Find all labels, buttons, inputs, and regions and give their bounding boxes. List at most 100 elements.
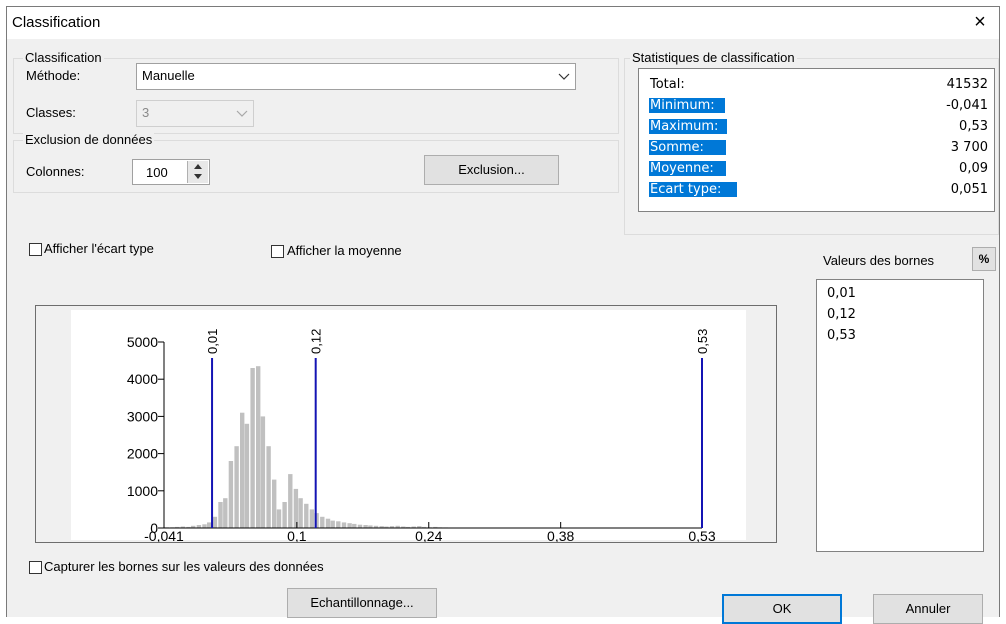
histogram-bar [250, 368, 254, 528]
method-value: Manuelle [142, 68, 195, 83]
show-std-label[interactable]: Afficher l'écart type [44, 241, 154, 256]
stats-value: 0,09 [959, 161, 988, 176]
classes-value: 3 [142, 105, 149, 120]
x-tick-label: 0,53 [688, 528, 715, 542]
y-tick-label: 2000 [127, 446, 158, 462]
histogram-bar [320, 517, 324, 528]
histogram-bar [294, 489, 298, 528]
stats-key: Ecart type: [649, 182, 737, 197]
stats-key: Somme: [649, 140, 726, 155]
stats-row: Somme: 3 700 [649, 139, 988, 159]
histogram-bar [245, 424, 249, 528]
plot-area [71, 310, 746, 540]
show-mean-label[interactable]: Afficher la moyenne [287, 243, 402, 258]
columns-value: 100 [146, 165, 168, 180]
stats-list[interactable]: Total: 41532 Minimum: -0,041 Maximum: 0,… [638, 68, 995, 212]
class-break-label: 0,01 [205, 329, 220, 354]
percent-button[interactable]: % [972, 247, 996, 271]
stats-row: Minimum: -0,041 [649, 97, 988, 117]
show-std-checkbox[interactable] [29, 243, 42, 256]
histogram-bar [234, 446, 238, 528]
histogram-bar [347, 523, 351, 528]
window-title: Classification [12, 14, 100, 31]
histogram-bar [282, 502, 286, 528]
chevron-down-icon [235, 101, 249, 126]
method-select[interactable]: Manuelle [136, 63, 576, 90]
x-tick-label: 0,38 [547, 528, 574, 542]
bound-value[interactable]: 0,53 [827, 328, 856, 343]
stats-key: Moyenne: [649, 161, 726, 176]
histogram-bar [310, 509, 314, 528]
x-tick-label: -0,041 [144, 528, 184, 542]
stats-group-label: Statistiques de classification [630, 51, 797, 65]
histogram-panel[interactable]: 010002000300040005000-0,0410,10,240,380,… [35, 305, 777, 543]
columns-label: Colonnes: [26, 164, 85, 179]
histogram-bar [304, 504, 308, 528]
stats-row: Total: 41532 [649, 76, 988, 96]
y-tick-label: 1000 [127, 483, 158, 499]
exclusion-group-label: Exclusion de données [23, 133, 154, 147]
histogram-bar [326, 519, 330, 528]
stats-value: 0,051 [951, 182, 988, 197]
exclusion-button[interactable]: Exclusion... [424, 155, 559, 185]
classes-label: Classes: [26, 105, 76, 120]
stats-row: Moyenne: 0,09 [649, 160, 988, 180]
histogram-bar [240, 413, 244, 528]
histogram-bar [342, 522, 346, 528]
snap-checkbox[interactable] [29, 561, 42, 574]
stats-value: -0,041 [946, 98, 988, 113]
stats-key: Maximum: [649, 119, 727, 134]
title-bar: Classification × [7, 7, 999, 39]
bound-value[interactable]: 0,01 [827, 286, 856, 301]
histogram-bar [298, 498, 302, 528]
class-break-label: 0,12 [309, 329, 324, 354]
columns-stepper[interactable]: 100 [132, 159, 210, 185]
stats-key: Minimum: [649, 98, 725, 113]
bounds-label: Valeurs des bornes [823, 253, 934, 268]
histogram-bar [261, 416, 265, 528]
stepper-down-icon[interactable] [188, 172, 208, 183]
class-break-label: 0,53 [695, 329, 710, 354]
stats-row: Maximum: 0,53 [649, 118, 988, 138]
bound-value[interactable]: 0,12 [827, 307, 856, 322]
histogram-bar [223, 498, 227, 528]
stepper-up-icon[interactable] [188, 161, 208, 172]
histogram-bar [202, 524, 206, 528]
stats-value: 3 700 [951, 140, 988, 155]
ok-button[interactable]: OK [722, 594, 842, 624]
histogram-bar [331, 521, 335, 528]
classes-select[interactable]: 3 [136, 100, 254, 127]
histogram-bar [272, 480, 276, 528]
histogram-bar [218, 502, 222, 528]
histogram-bar [288, 474, 292, 528]
stepper-arrows[interactable] [187, 161, 208, 183]
classification-dialog: Classification × Classification Méthode:… [6, 6, 1000, 617]
histogram-bar [256, 366, 260, 528]
histogram-bar [352, 524, 356, 528]
bounds-list[interactable]: 0,01 0,12 0,53 [816, 279, 984, 552]
histogram-chart[interactable]: 010002000300040005000-0,0410,10,240,380,… [36, 306, 776, 542]
x-tick-label: 0,1 [287, 528, 307, 542]
y-tick-label: 5000 [127, 334, 158, 350]
histogram-bar [207, 522, 211, 528]
y-tick-label: 3000 [127, 408, 158, 424]
x-tick-label: 0,24 [415, 528, 442, 542]
stats-row: Ecart type: 0,051 [649, 181, 988, 201]
stats-value: 41532 [947, 77, 988, 92]
snap-label[interactable]: Capturer les bornes sur les valeurs des … [44, 559, 324, 574]
stats-key: Total: [649, 77, 686, 92]
histogram-bar [336, 521, 340, 528]
show-mean-checkbox[interactable] [271, 245, 284, 258]
cancel-button[interactable]: Annuler [873, 594, 983, 624]
sampling-button[interactable]: Echantillonnage... [287, 588, 437, 618]
histogram-bar [229, 461, 233, 528]
method-label: Méthode: [26, 68, 80, 83]
y-tick-label: 4000 [127, 371, 158, 387]
classification-group-label: Classification [23, 51, 104, 65]
histogram-bar [213, 517, 217, 528]
histogram-bar [277, 509, 281, 528]
close-icon[interactable]: × [967, 9, 993, 35]
stats-value: 0,53 [959, 119, 988, 134]
chevron-down-icon [557, 64, 571, 89]
histogram-bar [266, 446, 270, 528]
